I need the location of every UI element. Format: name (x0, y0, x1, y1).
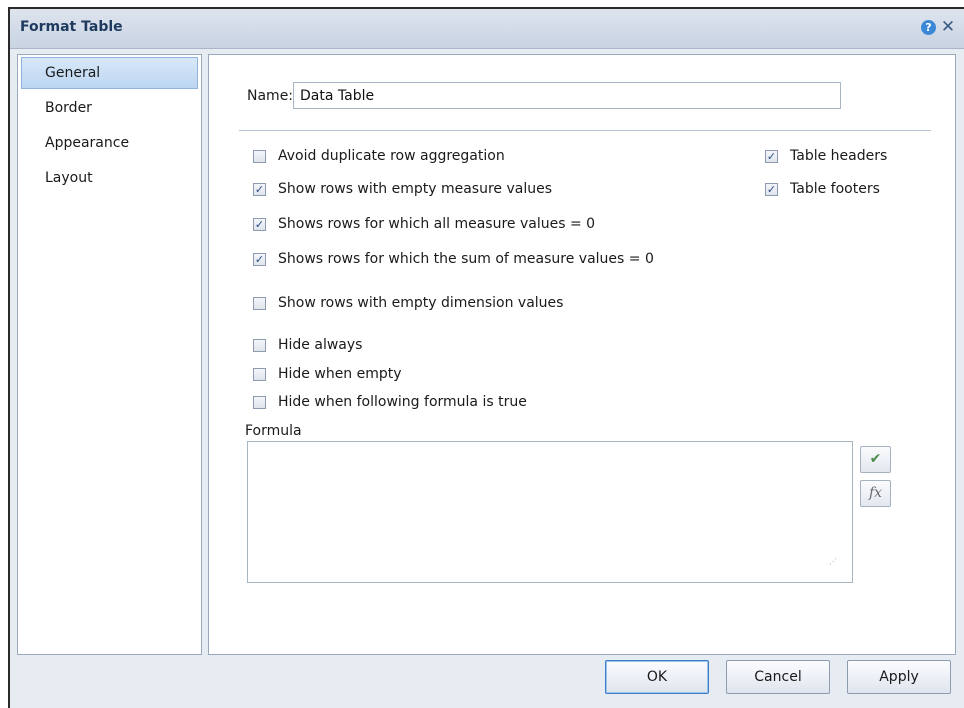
checkbox-box[interactable]: ✓ (765, 149, 778, 163)
sidebar-item-label: General (45, 65, 101, 81)
checkbox-box[interactable] (253, 296, 266, 310)
show-sum-measure-zero-checkbox[interactable]: ✓ Shows rows for which the sum of measur… (253, 251, 654, 267)
apply-button[interactable]: Apply (847, 660, 951, 694)
checkbox-label: Hide when empty (278, 366, 402, 382)
sidebar-item-general[interactable]: General (21, 57, 198, 89)
checkbox-box[interactable] (253, 367, 266, 381)
sidebar-item-appearance[interactable]: Appearance (21, 127, 198, 159)
checkbox-box[interactable]: ✓ (253, 182, 266, 196)
ok-button[interactable]: OK (605, 660, 709, 694)
close-icon[interactable]: ✕ (940, 17, 956, 37)
checkbox-label: Table footers (790, 181, 880, 197)
sidebar-item-layout[interactable]: Layout (21, 162, 198, 194)
show-all-measure-zero-checkbox[interactable]: ✓ Shows rows for which all measure value… (253, 216, 595, 232)
validate-formula-button[interactable]: ✔ (860, 446, 891, 473)
hide-always-checkbox[interactable]: Hide always (253, 337, 362, 353)
general-panel: Name: Avoid duplicate row aggregation ✓ … (208, 54, 956, 655)
checkbox-box[interactable]: ✓ (253, 217, 266, 231)
hide-when-empty-checkbox[interactable]: Hide when empty (253, 366, 402, 382)
function-icon: fx (868, 485, 883, 501)
sidebar-item-label: Appearance (45, 135, 130, 151)
formula-editor-button[interactable]: fx (860, 480, 891, 507)
checkbox-box[interactable] (253, 395, 266, 409)
show-empty-measure-checkbox[interactable]: ✓ Show rows with empty measure values (253, 181, 552, 197)
sidebar-nav: General Border Appearance Layout (17, 54, 202, 655)
separator (239, 130, 931, 131)
formula-textarea[interactable] (247, 441, 853, 583)
title-bar[interactable]: Format Table ? ✕ (10, 9, 964, 49)
checkbox-box[interactable] (253, 338, 266, 352)
dialog-title: Format Table (20, 19, 123, 35)
checkbox-label: Show rows with empty dimension values (278, 295, 564, 311)
avoid-duplicate-aggregation-checkbox[interactable]: Avoid duplicate row aggregation (253, 148, 505, 164)
checkbox-label: Avoid duplicate row aggregation (278, 148, 505, 164)
checkbox-box[interactable]: ✓ (253, 252, 266, 266)
checkbox-label: Hide always (278, 337, 363, 353)
table-footers-checkbox[interactable]: ✓ Table footers (765, 181, 880, 197)
name-field[interactable] (293, 82, 841, 109)
checkbox-box[interactable]: ✓ (765, 182, 778, 196)
format-table-dialog: Format Table ? ✕ General Border Appearan… (8, 7, 964, 708)
show-empty-dimension-checkbox[interactable]: Show rows with empty dimension values (253, 295, 563, 311)
checkbox-label: Shows rows for which all measure values … (278, 216, 596, 232)
sidebar-item-border[interactable]: Border (21, 92, 198, 124)
table-headers-checkbox[interactable]: ✓ Table headers (765, 148, 887, 164)
checkbox-label: Shows rows for which the sum of measure … (278, 251, 654, 267)
checkbox-label: Show rows with empty measure values (278, 181, 552, 197)
hide-when-formula-true-checkbox[interactable]: Hide when following formula is true (253, 394, 527, 410)
checkmark-icon: ✔ (869, 451, 882, 467)
name-label: Name: (247, 88, 294, 104)
resize-grip-icon: ⋰ (829, 557, 837, 566)
checkbox-box[interactable] (253, 149, 266, 163)
help-icon[interactable]: ? (921, 20, 936, 35)
cancel-button[interactable]: Cancel (726, 660, 830, 694)
sidebar-item-label: Layout (45, 170, 93, 186)
sidebar-item-label: Border (45, 100, 92, 116)
checkbox-label: Table headers (790, 148, 888, 164)
formula-label: Formula (245, 423, 302, 439)
checkbox-label: Hide when following formula is true (278, 394, 527, 410)
